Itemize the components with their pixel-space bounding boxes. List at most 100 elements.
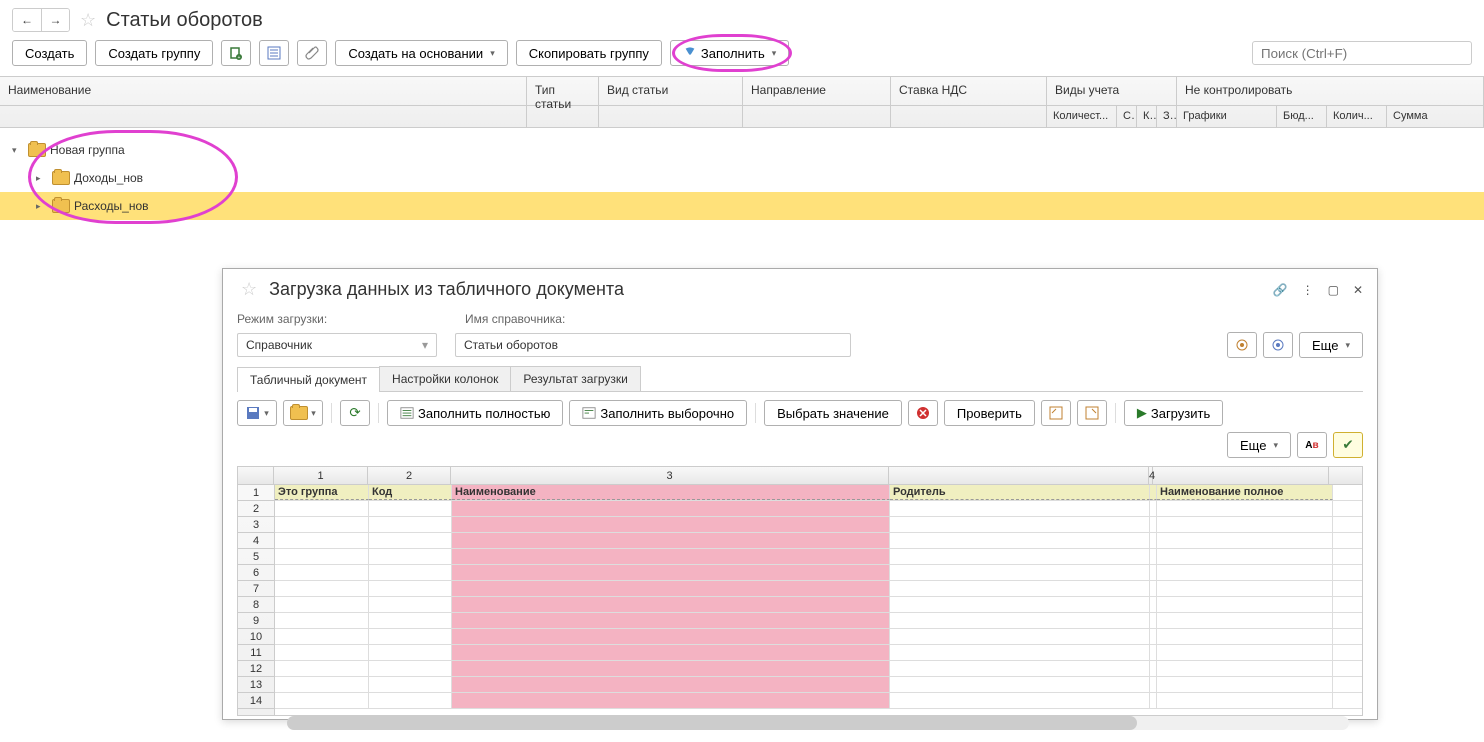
cell[interactable] <box>275 549 369 564</box>
cell[interactable] <box>890 501 1150 516</box>
tree-row[interactable]: ▸Расходы_нов <box>0 192 1484 220</box>
cell[interactable] <box>275 677 369 692</box>
cell[interactable] <box>890 533 1150 548</box>
cell[interactable] <box>452 597 890 612</box>
settings2-icon[interactable] <box>1263 332 1293 358</box>
cell[interactable] <box>1150 597 1157 612</box>
create-button[interactable]: Создать <box>12 40 87 66</box>
cell[interactable] <box>275 613 369 628</box>
cell[interactable] <box>1157 693 1333 708</box>
cell[interactable] <box>452 565 890 580</box>
cell[interactable] <box>890 517 1150 532</box>
settings-icon[interactable] <box>1227 332 1257 358</box>
maximize-icon[interactable]: ▢ <box>1328 283 1339 297</box>
cell[interactable] <box>275 517 369 532</box>
cell[interactable]: Наименование полное <box>1157 485 1333 500</box>
toggle-icon[interactable]: ▸ <box>36 201 48 212</box>
nav-fwd[interactable]: → <box>41 9 69 31</box>
cell[interactable] <box>452 517 890 532</box>
cell[interactable] <box>452 629 890 644</box>
cell[interactable] <box>369 629 452 644</box>
cell[interactable] <box>890 661 1150 676</box>
cell[interactable] <box>452 613 890 628</box>
fill-sel-button[interactable]: Заполнить выборочно <box>569 400 747 426</box>
check-button[interactable]: Проверить <box>944 400 1035 426</box>
cell[interactable] <box>369 693 452 708</box>
scrollbar[interactable] <box>287 716 1349 730</box>
close-icon[interactable]: ✕ <box>1353 283 1363 297</box>
cell[interactable] <box>1150 613 1157 628</box>
more-icon[interactable]: ⋮ <box>1302 283 1314 297</box>
cell[interactable] <box>452 693 890 708</box>
cell[interactable] <box>1157 645 1333 660</box>
cell[interactable] <box>890 565 1150 580</box>
cell[interactable] <box>275 565 369 580</box>
toggle-icon[interactable]: ▾ <box>12 145 24 156</box>
refresh-icon[interactable]: ⟳ <box>340 400 370 426</box>
cell[interactable] <box>369 533 452 548</box>
more2-button[interactable]: Еще <box>1227 432 1291 458</box>
pick-button[interactable]: Выбрать значение <box>764 400 902 426</box>
open-icon[interactable] <box>283 400 323 426</box>
tree-row[interactable]: ▾Новая группа <box>0 136 1484 164</box>
cell[interactable] <box>452 549 890 564</box>
tab[interactable]: Табличный документ <box>237 367 380 392</box>
cell[interactable] <box>890 613 1150 628</box>
cell[interactable]: Это группа <box>275 485 369 500</box>
cell[interactable] <box>1157 517 1333 532</box>
nav-back[interactable]: ← <box>13 9 41 31</box>
cell[interactable] <box>275 645 369 660</box>
clear-icon[interactable] <box>908 400 938 426</box>
ref-input[interactable]: Статьи оборотов <box>455 333 851 357</box>
cell[interactable] <box>275 693 369 708</box>
cell[interactable] <box>452 645 890 660</box>
cell[interactable] <box>275 501 369 516</box>
create-group-button[interactable]: Создать группу <box>95 40 213 66</box>
cell[interactable] <box>890 549 1150 564</box>
cell[interactable] <box>369 549 452 564</box>
load-button[interactable]: ▶Загрузить <box>1124 400 1223 426</box>
cell[interactable] <box>452 677 890 692</box>
font-icon[interactable]: Aв <box>1297 432 1327 458</box>
cell[interactable] <box>1157 677 1333 692</box>
more-button[interactable]: Еще <box>1299 332 1363 358</box>
cell[interactable] <box>1150 693 1157 708</box>
fill-button[interactable]: Заполнить <box>670 40 789 66</box>
cell[interactable] <box>275 661 369 676</box>
copy-icon[interactable]: + <box>221 40 251 66</box>
cell[interactable] <box>369 613 452 628</box>
cell[interactable] <box>1150 501 1157 516</box>
cell[interactable] <box>1157 581 1333 596</box>
cell[interactable] <box>369 565 452 580</box>
save-icon[interactable] <box>237 400 277 426</box>
spreadsheet[interactable]: 1234 1234567891011121314 Это группаКодНа… <box>237 466 1363 716</box>
tree-row[interactable]: ▸Доходы_нов <box>0 164 1484 192</box>
cell[interactable] <box>369 677 452 692</box>
star-icon[interactable]: ☆ <box>80 10 96 31</box>
list-icon[interactable] <box>259 40 289 66</box>
cell[interactable] <box>1157 629 1333 644</box>
fill-full-button[interactable]: Заполнить полностью <box>387 400 563 426</box>
cell[interactable] <box>1157 597 1333 612</box>
star-icon[interactable]: ☆ <box>241 279 257 300</box>
cell[interactable] <box>890 581 1150 596</box>
search-input[interactable] <box>1252 41 1472 65</box>
cell[interactable] <box>1150 677 1157 692</box>
cell[interactable]: Родитель <box>890 485 1150 500</box>
cell[interactable] <box>890 645 1150 660</box>
cell[interactable] <box>452 533 890 548</box>
cell[interactable] <box>1157 565 1333 580</box>
copy-group-button[interactable]: Скопировать группу <box>516 40 662 66</box>
cell[interactable] <box>1150 533 1157 548</box>
cell[interactable] <box>369 645 452 660</box>
cell[interactable] <box>369 581 452 596</box>
cell[interactable] <box>452 501 890 516</box>
check-icon[interactable]: ✔ <box>1333 432 1363 458</box>
toggle-icon[interactable]: ▸ <box>36 173 48 184</box>
seq2-icon[interactable] <box>1077 400 1107 426</box>
cell[interactable] <box>1150 485 1157 500</box>
cell[interactable] <box>890 693 1150 708</box>
link-icon[interactable]: 🔗 <box>1273 283 1288 297</box>
attach-icon[interactable] <box>297 40 327 66</box>
cell[interactable]: Наименование <box>452 485 890 500</box>
